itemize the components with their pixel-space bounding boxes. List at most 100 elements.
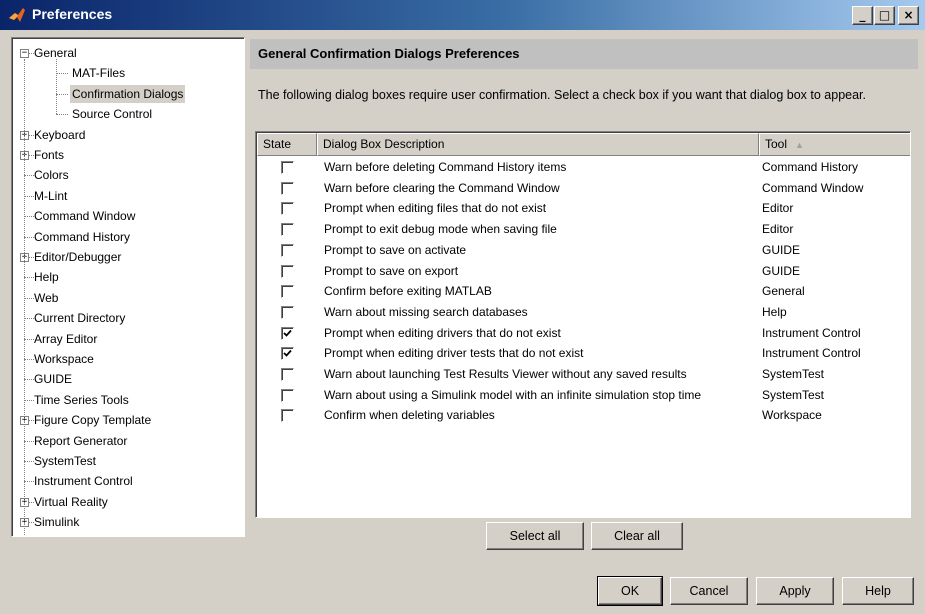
tool-cell: GUIDE [762,242,801,257]
checkbox[interactable] [281,243,294,257]
tool-cell: General [762,284,805,299]
checkbox[interactable] [281,368,294,381]
tree-item-label: Current Directory [34,311,126,326]
tree-item[interactable]: Array Editor [12,329,244,349]
tree-item-label: GUIDE [34,372,73,387]
column-header-state-label: State [263,137,292,151]
table-row[interactable]: Warn about using a Simulink model with a… [257,385,910,406]
checkbox[interactable] [281,202,294,216]
checkmark-icon [283,350,292,358]
column-header-description[interactable]: Dialog Box Description [317,133,759,156]
dialog-description-cell: Warn about missing search databases [324,304,528,319]
table-row[interactable]: Prompt to exit debug mode when saving fi… [257,219,910,240]
collapse-icon[interactable]: − [20,49,29,58]
tree-item[interactable]: Help [12,267,244,287]
table-row[interactable]: Confirm before exiting MATLAB General [257,281,910,302]
table-row[interactable]: Warn about launching Test Results Viewer… [257,364,910,385]
close-icon: × [903,8,914,22]
checkbox[interactable] [281,181,294,195]
panel-header: General Confirmation Dialogs Preferences [250,39,918,69]
tree-item[interactable]: Colors [12,165,244,185]
tree-item[interactable]: Confirmation Dialogs [12,84,244,104]
preferences-tree[interactable]: − General MAT-Files Confirmation Dialogs Sou… [11,37,245,537]
dialog-description-cell: Confirm when deleting variables [324,408,495,423]
clear-all-button[interactable]: Clear all [591,522,683,550]
table-row[interactable]: Confirm when deleting variables Workspace [257,405,910,426]
column-header-state[interactable]: State [257,133,317,156]
tree-item[interactable]: Workspace [12,349,244,369]
tree-item-label: Keyboard [34,127,86,142]
tree-item[interactable]: + Fonts [12,145,244,165]
checkbox[interactable] [281,305,294,319]
tree-item[interactable]: Source Control [12,104,244,124]
tree-item-label: Report Generator [34,433,128,448]
minimize-button[interactable]: _ [852,6,873,25]
tree-item-label: Help [34,270,59,285]
tree-item[interactable]: Physical Modeling Platform Prod [12,533,244,537]
ok-button[interactable]: OK [597,576,663,606]
tree-item[interactable]: + Editor/Debugger [12,247,244,267]
table-row[interactable]: Prompt to save on export GUIDE [257,261,910,282]
tree-item[interactable]: Current Directory [12,308,244,328]
tree-item[interactable]: GUIDE [12,369,244,389]
tree-item-label: Array Editor [34,331,98,346]
tree-connector [56,114,68,116]
tree-item-label: Confirmation Dialogs [70,84,186,103]
tool-cell: SystemTest [762,367,825,381]
maximize-icon: □ [878,8,891,22]
checkbox[interactable] [281,223,294,237]
cancel-button[interactable]: Cancel [670,577,748,605]
tree-item-label: Source Control [72,107,153,122]
checkbox[interactable] [281,264,294,278]
checkbox[interactable] [281,285,294,299]
tree-item[interactable]: SystemTest [12,451,244,471]
select-all-button[interactable]: Select all [486,522,584,550]
tree-item[interactable]: + Keyboard [12,125,244,145]
table-row[interactable]: Warn before clearing the Command Window C… [257,178,910,199]
table-row[interactable]: Warn about missing search databases Help [257,302,910,323]
tree-item-label: Time Series Tools [34,392,129,407]
checkbox[interactable] [281,161,294,174]
table-row[interactable]: Prompt when editing driver tests that do… [257,343,910,364]
tree-item[interactable]: Command Window [12,206,244,226]
tool-cell: Editor [762,222,794,237]
maximize-button[interactable]: □ [874,6,895,25]
dialog-description-cell: Prompt to save on activate [324,242,467,257]
tree-item-label: Fonts [34,148,65,162]
tool-cell: SystemTest [762,387,825,402]
column-header-tool[interactable]: Tool ▲ [759,133,910,156]
tree-item[interactable]: M-Lint [12,186,244,206]
tree-item[interactable]: + Virtual Reality [12,492,244,512]
tree-item[interactable]: Time Series Tools [12,390,244,410]
help-button[interactable]: Help [842,577,914,605]
confirmation-table: State Dialog Box Description Tool ▲ Warn … [255,131,911,518]
tool-cell: Instrument Control [762,325,861,340]
table-row[interactable]: Warn before deleting Command History ite… [257,157,910,178]
checkbox[interactable] [281,409,294,423]
tree-item[interactable]: Instrument Control [12,471,244,491]
column-header-tool-label: Tool [765,137,788,151]
matlab-logo-icon [8,7,26,23]
tree-item[interactable]: + Simulink [12,512,244,532]
close-button[interactable]: × [898,6,919,25]
tree-item[interactable]: MAT-Files [12,63,244,83]
title-bar[interactable]: Preferences _ □ × [0,0,925,30]
tree-item[interactable]: Web [12,288,244,308]
tree-item[interactable]: − General [12,43,244,63]
table-row[interactable]: Prompt to save on activate GUIDE [257,240,910,261]
tree-item-label: Physical Modeling Platform Prod [32,534,209,537]
tool-cell: Command History [762,160,859,174]
dialog-description-cell: Prompt to save on export [324,263,459,278]
tree-item-label: Instrument Control [34,474,133,489]
tree-item[interactable]: Report Generator [12,431,244,451]
tree-subtree-connector [56,59,57,115]
apply-button[interactable]: Apply [756,577,834,605]
tree-item[interactable]: Command History [12,227,244,247]
table-row[interactable]: Prompt when editing files that do not ex… [257,198,910,219]
table-row[interactable]: Prompt when editing drivers that do not … [257,323,910,344]
checkbox-checked[interactable] [281,347,294,361]
checkbox-checked[interactable] [281,326,294,340]
checkbox[interactable] [281,388,294,402]
dialog-description-cell: Confirm before exiting MATLAB [324,284,492,299]
tree-item[interactable]: + Figure Copy Template [12,410,244,430]
